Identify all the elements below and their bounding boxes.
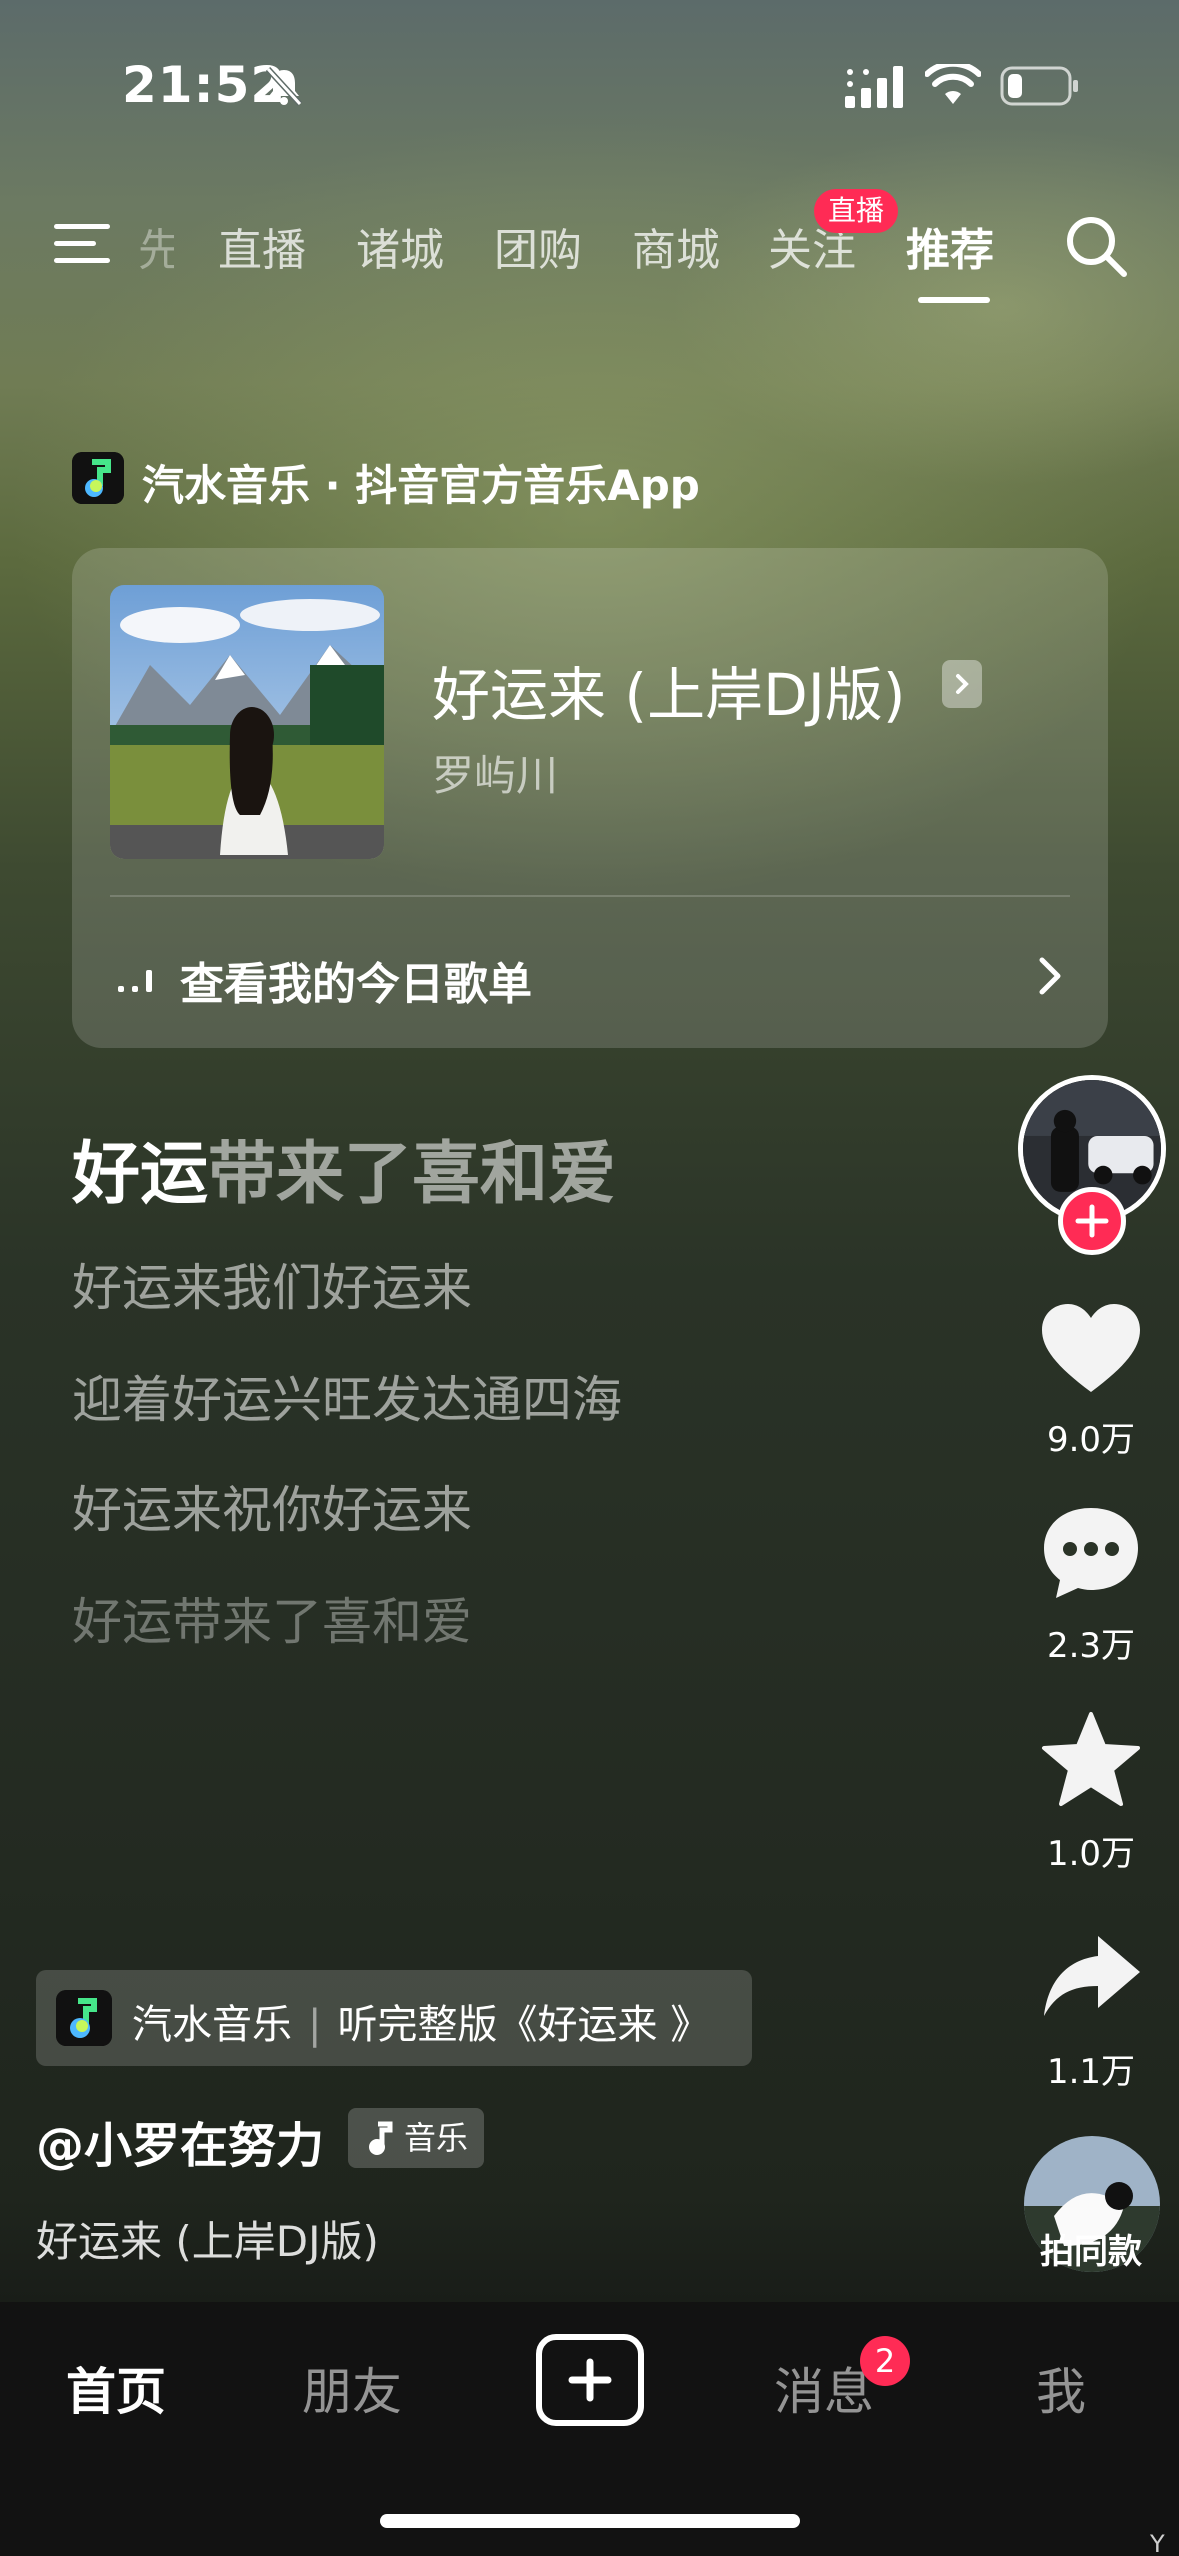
corner-text: Y [1150, 2530, 1165, 2556]
card-divider [110, 895, 1070, 897]
menu-icon[interactable] [50, 214, 120, 274]
album-cover[interactable] [110, 585, 384, 859]
author-name[interactable]: @小罗在努力 [36, 2106, 324, 2176]
comment-icon[interactable] [1036, 1502, 1146, 1602]
nav-friends[interactable]: 朋友 [302, 2352, 402, 2424]
battery-icon [1000, 66, 1078, 106]
lyric-line: 好运带来了喜和爱 [72, 1593, 472, 1651]
song-artist[interactable]: 罗屿川 [432, 742, 558, 803]
follow-plus-icon[interactable] [1058, 1187, 1126, 1255]
nav-me[interactable]: 我 [1036, 2352, 1086, 2424]
chevron-right-icon[interactable] [942, 660, 982, 708]
song-title[interactable]: 好运来 (上岸DJ版) [432, 648, 905, 732]
lyric-current-line: 好运带来了喜和爱 [72, 1118, 616, 1217]
share-icon[interactable] [1036, 1928, 1146, 2028]
favorite-count: 1.0万 [1046, 1834, 1136, 1874]
nav-messages[interactable]: 消息 [774, 2352, 874, 2424]
signal-icon [845, 66, 903, 108]
qishui-chip-text[interactable]: 汽水音乐 | 听完整版《好运来 》 [132, 1992, 710, 2050]
wifi-icon [925, 64, 981, 104]
chip-separator: | [308, 2002, 322, 2048]
chevron-right-icon[interactable] [1036, 954, 1066, 998]
live-badge: 直播 [814, 189, 899, 233]
share-count: 1.1万 [1046, 2052, 1136, 2092]
like-count: 9.0万 [1046, 1420, 1136, 1460]
music-note-icon [369, 2121, 393, 2155]
tab-group-buy[interactable]: 团购 [494, 214, 582, 278]
lyric-line: 好运来祝你好运来 [72, 1481, 472, 1539]
lyric-line: 迎着好运兴旺发达通四海 [72, 1371, 622, 1429]
qishui-header[interactable]: 汽水音乐 · 抖音官方音乐App [142, 452, 700, 513]
lyric-rest: 带来了喜和爱 [208, 1135, 617, 1214]
comment-count: 2.3万 [1046, 1626, 1136, 1666]
video-description: 好运来 (上岸DJ版) [36, 2217, 379, 2266]
active-tab-indicator [918, 297, 990, 303]
tab-live[interactable]: 直播 [218, 214, 306, 278]
tab-local-city[interactable]: 诸城 [356, 214, 444, 278]
tab-mall[interactable]: 商城 [632, 214, 720, 278]
qishui-logo-icon [56, 1990, 112, 2046]
same-style-button[interactable]: 拍同款 [1020, 2224, 1162, 2273]
tab-partial[interactable]: 先 [138, 214, 174, 278]
today-playlist-link[interactable]: 查看我的今日歌单 [180, 948, 532, 1012]
chip-app-name: 汽水音乐 [132, 2002, 292, 2048]
lyric-line: 好运来我们好运来 [72, 1259, 472, 1317]
star-icon[interactable] [1036, 1710, 1146, 1810]
chip-action: 听完整版《好运来 》 [337, 2002, 711, 2048]
home-indicator[interactable] [380, 2514, 800, 2528]
heart-icon[interactable] [1036, 1300, 1146, 1400]
search-icon[interactable] [1062, 212, 1130, 280]
bell-off-icon [265, 66, 303, 107]
nav-home[interactable]: 首页 [66, 2352, 166, 2424]
lyric-highlight: 好运 [72, 1135, 209, 1214]
equalizer-icon [118, 970, 152, 992]
qishui-logo-icon [72, 452, 124, 504]
create-plus-icon[interactable] [536, 2334, 644, 2426]
messages-badge: 2 [860, 2336, 910, 2386]
tab-recommend[interactable]: 推荐 [906, 214, 994, 278]
